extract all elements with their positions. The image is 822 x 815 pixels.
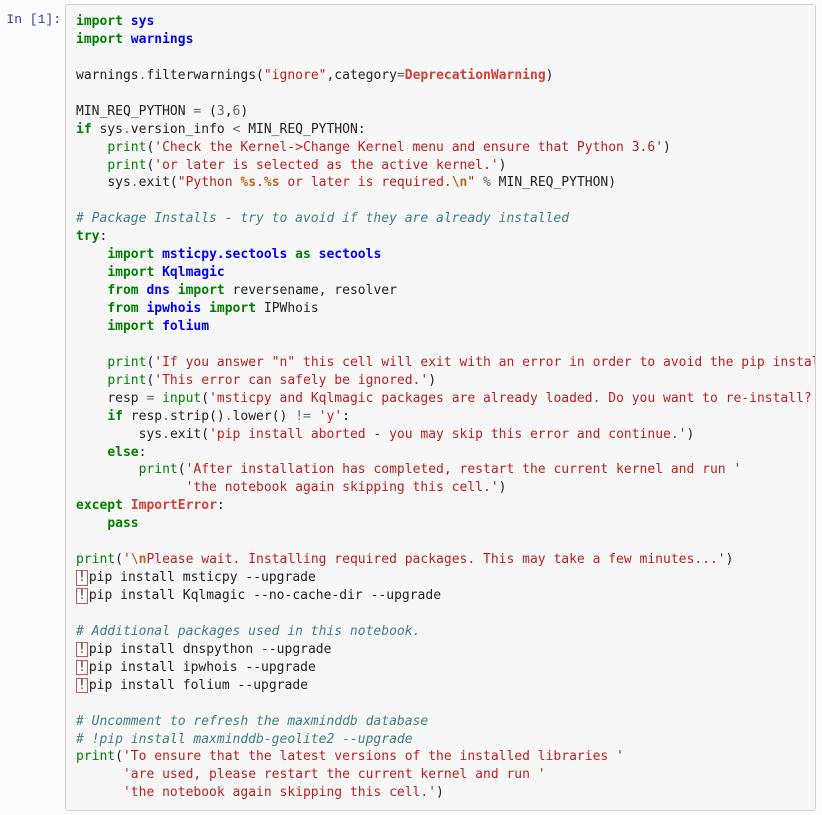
- notebook: In [1]: import sys import warnings warni…: [0, 0, 822, 815]
- shell-bang-icon: !: [76, 660, 88, 676]
- shell-bang-icon: !: [76, 570, 88, 586]
- code-block: import sys import warnings warnings.filt…: [76, 13, 805, 802]
- input-prompt: In [1]:: [6, 4, 65, 27]
- code-cell: In [1]: import sys import warnings warni…: [6, 4, 816, 811]
- shell-bang-icon: !: [76, 642, 88, 658]
- shell-bang-icon: !: [76, 588, 88, 604]
- code-input-area[interactable]: import sys import warnings warnings.filt…: [65, 4, 816, 811]
- shell-bang-icon: !: [76, 678, 88, 694]
